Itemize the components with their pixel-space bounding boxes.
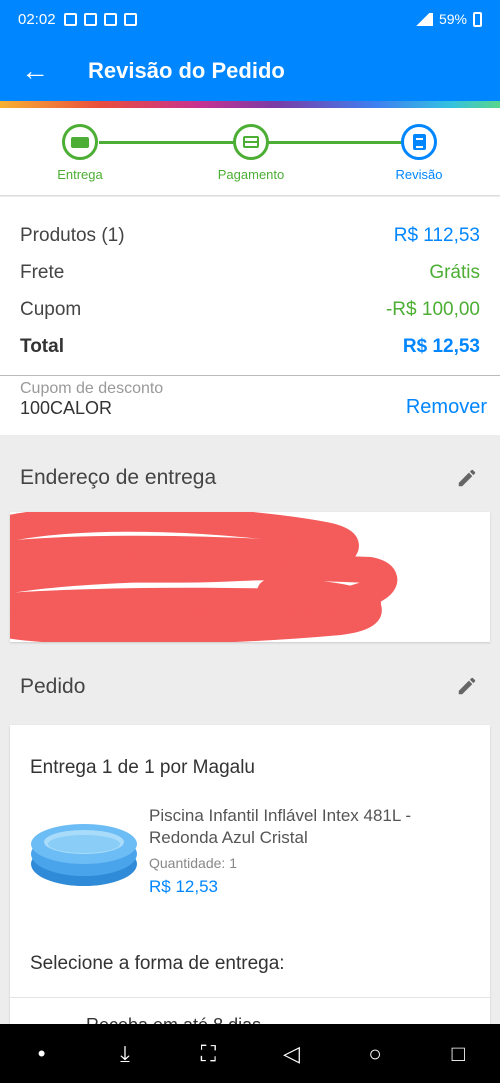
divider (10, 997, 490, 998)
brand-gradient-strip (0, 101, 500, 108)
summary-row-total: Total R$ 12,53 (20, 328, 480, 365)
coupon-field: Cupom de desconto 100CALOR Remover (0, 375, 500, 435)
truck-icon (71, 136, 89, 148)
coupon-code: 100CALOR (20, 398, 113, 418)
back-triangle-icon[interactable]: ◁ (272, 1041, 312, 1067)
product-image-pool (31, 824, 137, 886)
step-revisao-label: Revisão (395, 167, 443, 182)
top-bar: 02:02 59% ← Revisão do Pedido (0, 0, 500, 108)
coupon-field-label: Cupom de desconto (20, 380, 164, 397)
order-section-title: Pedido (20, 675, 86, 698)
shipping-value: Grátis (429, 261, 480, 283)
bookmark-icon (103, 12, 117, 26)
page-title: Revisão do Pedido (88, 58, 285, 83)
product-name: Piscina Infantil Inflável Intex 481L - R… (149, 806, 412, 847)
step-pagamento-label: Pagamento (217, 167, 285, 182)
credit-card-icon (243, 136, 259, 148)
document-icon (412, 134, 426, 150)
system-icons: 59% (412, 11, 482, 27)
step-pagamento-circle (233, 124, 269, 160)
total-label: Total (20, 335, 64, 357)
summary-row-shipping: Frete Grátis (20, 254, 480, 291)
shipment-title: Entrega 1 de 1 por Magalu (30, 757, 255, 778)
checkout-stepper: Entrega Pagamento Revisão (0, 108, 500, 196)
products-value: R$ 112,53 (393, 224, 480, 246)
step-entrega-label: Entrega (57, 167, 103, 182)
delivery-method-title: Selecione a forma de entrega: (30, 953, 285, 974)
step-pagamento[interactable]: Pagamento (201, 124, 301, 182)
coupon-discount-label: Cupom (20, 298, 82, 320)
address-card[interactable] (10, 512, 490, 642)
step-entrega[interactable]: Entrega (30, 124, 130, 182)
edit-order-pencil-icon[interactable] (456, 675, 478, 697)
summary-row-coupon: Cupom -R$ 100,00 (20, 291, 480, 328)
step-revisao: Revisão (369, 124, 469, 182)
shield-icon (83, 12, 97, 26)
calendar-icon (123, 12, 137, 26)
quantity-label: Quantidade: (149, 855, 226, 871)
screenshot-frame-icon[interactable]: ⛶ (188, 1041, 228, 1067)
signal-icon (412, 12, 433, 26)
battery-icon (473, 11, 482, 27)
address-section-title: Endereço de entrega (20, 466, 217, 489)
product-price: R$ 12,53 (149, 877, 218, 896)
notification-icons (63, 12, 137, 26)
coupon-discount-value: -R$ 100,00 (385, 298, 480, 320)
status-bar: 02:02 59% (0, 0, 500, 38)
redaction-scribble (10, 512, 398, 642)
step-entrega-circle (62, 124, 98, 160)
product-quantity: Quantidade: 1 (149, 855, 237, 871)
home-circle-icon[interactable]: ○ (355, 1041, 395, 1067)
battery-percent: 59% (438, 11, 467, 27)
shipping-label: Frete (20, 261, 65, 283)
status-time: 02:02 (18, 10, 56, 28)
remove-coupon-button[interactable]: Remover (406, 396, 487, 419)
back-arrow-icon[interactable]: ← (0, 38, 70, 104)
step-revisao-circle (401, 124, 437, 160)
dot-icon[interactable]: • (22, 1041, 62, 1067)
mail-icon (63, 12, 77, 26)
quantity-value: 1 (229, 855, 237, 871)
order-summary: Produtos (1) R$ 112,53 Frete Grátis Cupo… (0, 197, 500, 375)
app-bar: ← Revisão do Pedido (0, 38, 500, 104)
products-label: Produtos (1) (20, 224, 125, 246)
recents-square-icon[interactable]: □ (438, 1041, 478, 1067)
summary-row-products: Produtos (1) R$ 112,53 (20, 217, 480, 254)
down-arrow-icon[interactable]: ⤓ (105, 1041, 145, 1067)
system-navigation-bar: • ⤓ ⛶ ◁ ○ □ (0, 1024, 500, 1083)
total-value: R$ 12,53 (402, 335, 480, 357)
edit-address-pencil-icon[interactable] (456, 467, 478, 489)
